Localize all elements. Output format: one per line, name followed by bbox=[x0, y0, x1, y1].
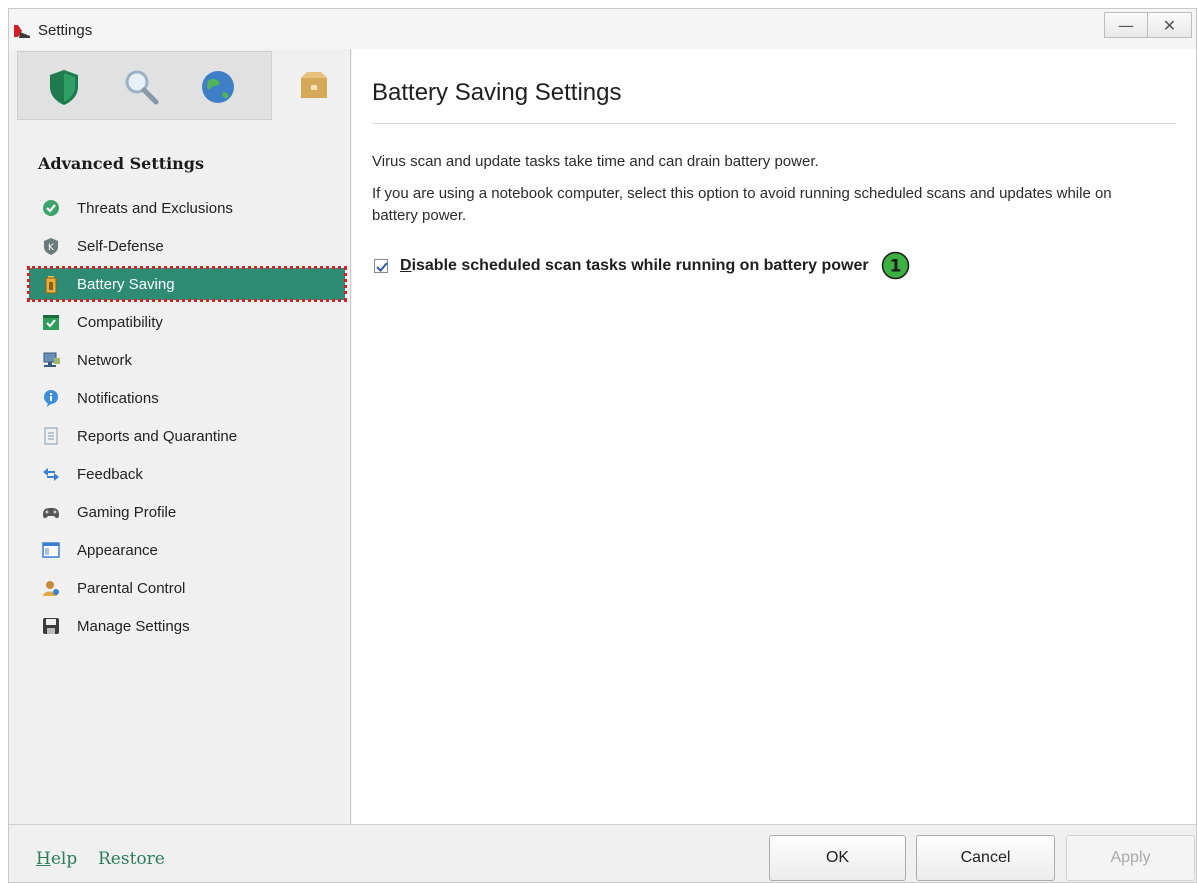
shield-icon[interactable] bbox=[44, 67, 84, 107]
sidebar-item-network[interactable]: Network bbox=[29, 341, 345, 379]
sidebar-item-threats-and-exclusions[interactable]: Threats and Exclusions bbox=[29, 189, 345, 227]
settings-nav: Threats and Exclusions K Self-Defense Ba… bbox=[27, 189, 347, 645]
main-panel: Battery Saving Settings Virus scan and u… bbox=[352, 49, 1196, 825]
check-circle-icon bbox=[43, 200, 59, 216]
sidebar: Advanced Settings Threats and Exclusions… bbox=[9, 49, 351, 825]
restore-link[interactable]: Restore bbox=[98, 849, 165, 869]
sidebar-item-notifications[interactable]: Notifications bbox=[29, 379, 345, 417]
k-shield-icon: K bbox=[44, 238, 58, 255]
sidebar-item-compatibility[interactable]: Compatibility bbox=[29, 303, 345, 341]
description-2: If you are using a notebook computer, se… bbox=[372, 185, 1112, 224]
title-divider bbox=[372, 123, 1176, 124]
sidebar-item-label: Compatibility bbox=[77, 313, 163, 331]
battery-icon bbox=[45, 276, 57, 294]
sidebar-item-reports-and-quarantine[interactable]: Reports and Quarantine bbox=[29, 417, 345, 455]
floppy-icon bbox=[43, 618, 59, 634]
battery-option-row: Disable scheduled scan tasks while runni… bbox=[374, 251, 910, 280]
step-badge: 1 bbox=[881, 251, 909, 280]
accelerator-key: H bbox=[36, 849, 51, 869]
sidebar-item-label: Gaming Profile bbox=[77, 503, 177, 521]
section-title: Advanced Settings bbox=[38, 154, 204, 173]
window-icon bbox=[42, 542, 60, 558]
close-icon: ✕ bbox=[1162, 15, 1177, 35]
help-link-text: elp bbox=[50, 849, 78, 869]
category-bar bbox=[17, 51, 272, 120]
category-advanced[interactable] bbox=[272, 51, 350, 120]
globe-icon[interactable] bbox=[198, 67, 238, 107]
info-icon bbox=[44, 390, 58, 407]
sidebar-item-self-defense[interactable]: K Self-Defense bbox=[29, 227, 345, 265]
arrows-icon bbox=[43, 468, 59, 481]
page-title: Battery Saving Settings bbox=[372, 79, 622, 106]
settings-window: Settings — ✕ Advanced Settings Threats a… bbox=[8, 8, 1197, 883]
disable-scan-on-battery-checkbox[interactable] bbox=[374, 258, 388, 273]
sidebar-item-label: Reports and Quarantine bbox=[77, 427, 238, 445]
sidebar-item-gaming-profile[interactable]: Gaming Profile bbox=[29, 493, 345, 531]
sidebar-item-battery-saving[interactable]: Battery Saving bbox=[27, 266, 347, 302]
sidebar-item-label: Feedback bbox=[77, 465, 143, 483]
calendar-check-icon bbox=[43, 315, 59, 330]
sidebar-item-appearance[interactable]: Appearance bbox=[29, 531, 345, 569]
ok-button[interactable]: OK bbox=[769, 835, 906, 881]
app-logo-icon bbox=[14, 25, 30, 38]
checkbox-label-text: isable scheduled scan tasks while runnin… bbox=[411, 256, 869, 274]
user-icon bbox=[43, 581, 59, 596]
sidebar-item-manage-settings[interactable]: Manage Settings bbox=[29, 607, 345, 645]
minimize-button[interactable]: — bbox=[1104, 12, 1148, 38]
network-icon bbox=[43, 352, 60, 367]
description-1: Virus scan and update tasks take time an… bbox=[372, 153, 819, 170]
footer-bar: Help Restore OK Cancel Apply bbox=[9, 824, 1196, 882]
accelerator-key: D bbox=[400, 256, 412, 274]
sidebar-item-label: Battery Saving bbox=[77, 275, 175, 293]
close-button[interactable]: ✕ bbox=[1148, 12, 1192, 38]
window-title: Settings bbox=[38, 22, 93, 39]
magnifier-icon[interactable] bbox=[121, 67, 161, 107]
sidebar-item-label: Network bbox=[77, 351, 133, 369]
checkmark-icon bbox=[376, 261, 388, 272]
sidebar-item-label: Self-Defense bbox=[77, 237, 164, 255]
sidebar-item-label: Notifications bbox=[77, 389, 159, 407]
gamepad-icon bbox=[43, 508, 59, 519]
sidebar-item-label: Appearance bbox=[77, 541, 158, 559]
box-icon bbox=[301, 72, 327, 98]
cancel-button[interactable]: Cancel bbox=[916, 835, 1055, 881]
minimize-icon: — bbox=[1118, 15, 1134, 35]
help-link[interactable]: Help bbox=[36, 849, 77, 869]
disable-scan-on-battery-label[interactable]: Disable scheduled scan tasks while runni… bbox=[400, 257, 869, 275]
sidebar-item-parental-control[interactable]: Parental Control bbox=[29, 569, 345, 607]
apply-button[interactable]: Apply bbox=[1066, 835, 1195, 881]
sidebar-item-feedback[interactable]: Feedback bbox=[29, 455, 345, 493]
sidebar-item-label: Parental Control bbox=[77, 579, 186, 597]
sidebar-item-label: Threats and Exclusions bbox=[77, 199, 233, 217]
report-icon bbox=[44, 427, 58, 445]
step-badge-number: 1 bbox=[889, 257, 901, 277]
window-controls: — ✕ bbox=[1104, 12, 1192, 38]
sidebar-item-label: Manage Settings bbox=[77, 617, 190, 635]
title-bar: Settings — ✕ bbox=[9, 9, 1196, 51]
